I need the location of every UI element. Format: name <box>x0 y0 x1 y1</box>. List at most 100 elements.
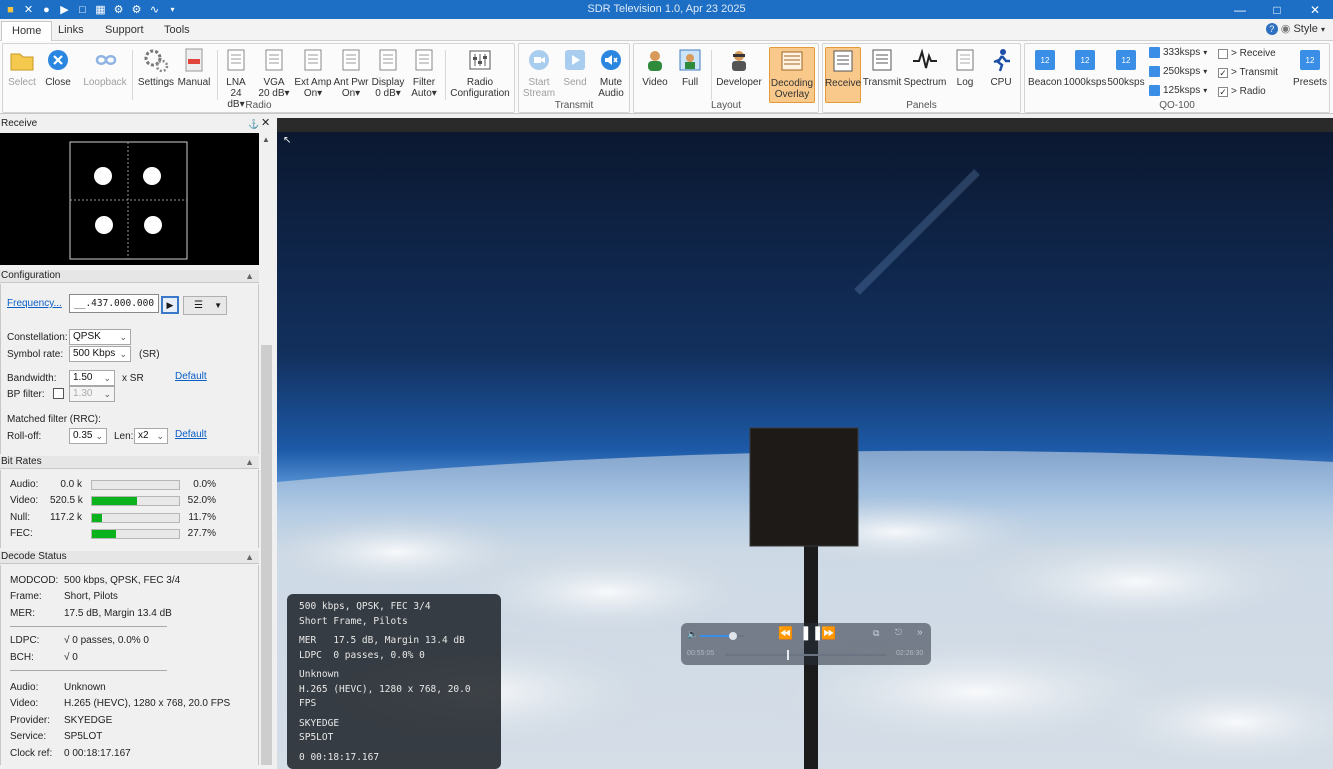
beacon-button[interactable]: 12 Beacon <box>1027 47 1063 88</box>
rewind-icon[interactable]: ⏪ <box>778 626 793 640</box>
help-icon[interactable]: ? <box>1265 23 1278 35</box>
close-button[interactable]: ✕ <box>1296 0 1333 19</box>
pause-icon[interactable]: ❚❚ <box>800 624 823 641</box>
mute-audio-button[interactable]: Mute Audio <box>594 47 628 99</box>
service-value: SP5LOT <box>64 731 103 742</box>
rolloff-select[interactable]: 0.35 ⌄ <box>69 428 107 444</box>
theme-icon: ◉ <box>1280 23 1291 35</box>
svg-text:12: 12 <box>1122 56 1131 65</box>
seek-bar[interactable] <box>725 650 887 660</box>
volume-icon[interactable]: 🔈 <box>687 629 698 640</box>
minimize-button[interactable]: — <box>1221 0 1259 19</box>
pip-icon[interactable]: ⧉ <box>873 628 879 639</box>
frequency-input[interactable]: __.437.000.000 <box>69 294 159 313</box>
scrollbar-thumb[interactable] <box>261 345 272 765</box>
collapse-icon[interactable]: ▲ <box>245 551 254 563</box>
style-menu[interactable]: ? ◉ Style ▾ <box>1265 22 1325 35</box>
tab-tools[interactable]: Tools <box>154 21 200 41</box>
spectrum-panel-button[interactable]: Spectrum <box>902 47 948 88</box>
bandwidth-select[interactable]: 1.50 ⌄ <box>69 370 115 386</box>
transmit-panel-button[interactable]: Transmit <box>863 47 901 88</box>
333ksps-button[interactable]: 333ksps ▾ <box>1149 47 1207 58</box>
collapse-icon[interactable]: ▲ <box>245 456 254 468</box>
radio-config-label-1: Radio <box>466 77 494 88</box>
ext-amp-button[interactable]: Ext Amp On▾ <box>294 47 332 99</box>
to-transmit-checkbox[interactable]: ✓ > Transmit <box>1218 67 1278 78</box>
more-icon[interactable]: » <box>917 627 923 638</box>
mer-label: MER: <box>10 608 35 619</box>
log-panel-button[interactable]: Log <box>951 47 979 88</box>
500ksps-button[interactable]: 12 500ksps <box>1107 47 1145 88</box>
osd-line: H.265 (HEVC), 1280 x 768, 20.0 FPS <box>299 683 471 710</box>
maximize-button[interactable]: □ <box>1258 0 1296 19</box>
osd-line: SKYEDGE <box>299 717 340 729</box>
presets-button[interactable]: 12 Presets <box>1293 47 1327 88</box>
frequency-link[interactable]: Frequency... <box>7 298 62 309</box>
rolloff-default-link[interactable]: Default <box>175 429 207 440</box>
osd-line: 0 00:18:17.167 <box>299 751 380 763</box>
person-icon <box>642 47 668 73</box>
lna-label: LNA <box>226 77 246 88</box>
250ksps-button[interactable]: 250ksps ▾ <box>1149 66 1207 77</box>
cpu-panel-button[interactable]: CPU <box>985 47 1017 88</box>
symbol-rate-select[interactable]: 500 Kbps ⌄ <box>69 346 131 362</box>
to-radio-checkbox[interactable]: ✓ > Radio <box>1218 86 1266 97</box>
125ksps-button[interactable]: 125ksps ▾ <box>1149 85 1207 96</box>
decoding-overlay-button[interactable]: Decoding Overlay <box>769 47 815 103</box>
video-layout-button[interactable]: Video <box>638 47 672 88</box>
ldpc-value: √ 0 passes, 0.0% 0 <box>64 635 149 646</box>
close-radio-button[interactable]: Close <box>43 47 73 88</box>
developer-button[interactable]: Developer <box>714 47 764 88</box>
bp-filter-checkbox[interactable] <box>53 388 64 399</box>
bitrate-label: Video: <box>10 495 39 506</box>
seek-knob[interactable] <box>786 650 789 660</box>
loopback-button[interactable]: Loopback <box>82 47 128 88</box>
to-receive-checkbox[interactable]: > Receive <box>1218 48 1276 59</box>
transmit-list-icon <box>869 47 895 73</box>
radio-checkbox-box[interactable]: ✓ <box>1218 86 1228 97</box>
bitrate-bar-fill <box>92 497 138 505</box>
receive-panel-button[interactable]: Receive <box>825 47 861 103</box>
receive-checkbox-box[interactable] <box>1218 48 1228 59</box>
vga-value: 20 dB▾ <box>258 88 290 99</box>
bitrate-bar <box>91 480 180 490</box>
decode-status-title: Decode Status <box>1 551 67 562</box>
filter-button[interactable]: Filter Auto▾ <box>407 47 441 99</box>
configuration-header[interactable]: Configuration ▲ <box>0 270 259 283</box>
to-transmit-label: > Transmit <box>1231 67 1278 78</box>
close-panel-icon[interactable]: ✕ <box>261 117 270 129</box>
frequency-apply-button[interactable]: ▶ <box>161 296 179 314</box>
1000ksps-button[interactable]: 12 1000ksps <box>1064 47 1106 88</box>
pin-icon[interactable]: ⚓ <box>248 118 259 130</box>
125ksps-label: 125ksps <box>1163 85 1201 96</box>
len-select[interactable]: x2 ⌄ <box>134 428 168 444</box>
volume-knob[interactable] <box>729 632 737 640</box>
scroll-up-icon[interactable]: ▲ <box>262 135 270 144</box>
decode-status-header[interactable]: Decode Status ▲ <box>0 551 259 564</box>
settings-button[interactable]: Settings <box>136 47 176 88</box>
collapse-icon[interactable]: ▲ <box>245 270 254 282</box>
radio-configuration-button[interactable]: Radio Configuration <box>448 47 512 99</box>
display-button[interactable]: Display 0 dB▾ <box>369 47 407 99</box>
fast-forward-icon[interactable]: ⏩ <box>821 626 836 640</box>
select-button[interactable]: Select <box>8 47 36 88</box>
full-layout-button[interactable]: Full <box>674 47 706 88</box>
tab-support[interactable]: Support <box>95 21 154 41</box>
share-icon[interactable]: ⎋ <box>895 627 902 638</box>
bch-label: BCH: <box>10 652 34 663</box>
send-button[interactable]: Send <box>559 47 591 88</box>
transmit-checkbox-box[interactable]: ✓ <box>1218 67 1228 78</box>
preset-small-icon <box>1149 47 1160 58</box>
overlay-icon <box>779 48 805 74</box>
tab-links[interactable]: Links <box>48 21 94 41</box>
frequency-menu-button[interactable]: ☰ ▼ <box>183 296 227 315</box>
start-stream-button[interactable]: Start Stream <box>522 47 556 99</box>
bandwidth-default-link[interactable]: Default <box>175 371 207 382</box>
ant-pwr-button[interactable]: Ant Pwr On▾ <box>332 47 370 99</box>
vga-gain-button[interactable]: VGA 20 dB▾ <box>257 47 291 99</box>
bitrates-header[interactable]: Bit Rates ▲ <box>0 456 259 469</box>
volume-slider[interactable] <box>700 632 744 640</box>
constellation-select[interactable]: QPSK ⌄ <box>69 329 131 345</box>
tab-home[interactable]: Home <box>1 21 53 41</box>
manual-button[interactable]: Manual <box>176 47 212 88</box>
